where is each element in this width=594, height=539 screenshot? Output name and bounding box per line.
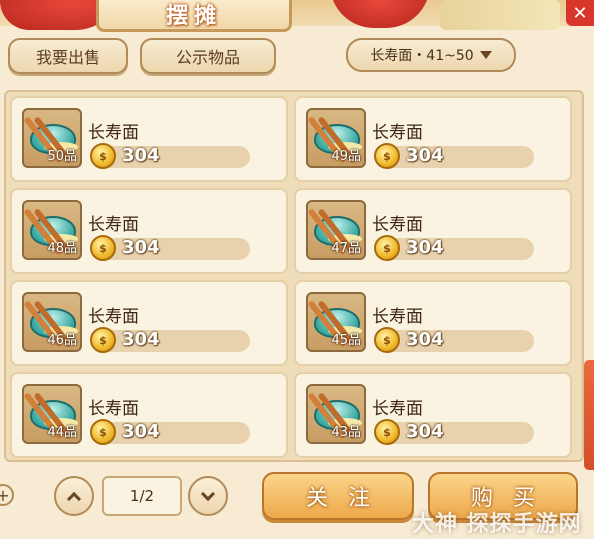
scroll-decor [440,0,560,30]
noodle-bowl-icon: 48品 [22,200,82,260]
noodle-bowl-icon: 47品 [306,200,366,260]
item-card[interactable]: 47品 长寿面 $304 [294,188,572,274]
item-name: 长寿面 [372,123,423,143]
item-grade: 46品 [47,333,77,348]
chevron-down-icon [200,486,216,501]
item-grade: 44品 [47,425,77,440]
coin-icon: $ [374,143,400,169]
page-up-button[interactable] [54,476,94,516]
item-grade: 49品 [331,149,361,164]
coin-icon: $ [90,419,116,445]
item-price: 304 [122,237,160,258]
noodle-bowl-icon: 50品 [22,108,82,168]
coin-icon: $ [374,327,400,353]
item-name: 长寿面 [88,399,139,419]
item-card[interactable]: 48品 长寿面 $304 [10,188,288,274]
item-card[interactable]: 43品 长寿面 $304 [294,372,572,458]
plus-icon[interactable]: + [0,484,14,506]
chevron-up-icon [66,491,82,506]
item-name: 长寿面 [88,123,139,143]
item-grade: 47品 [331,241,361,256]
filter-selected-value: 长寿面・41~50 [370,48,474,64]
item-grade: 45品 [331,333,361,348]
item-price: 304 [122,145,160,166]
item-price: 304 [406,329,444,350]
item-card[interactable]: 45品 长寿面 $304 [294,280,572,366]
noodle-bowl-icon: 46品 [22,292,82,352]
item-price: 304 [122,421,160,442]
item-filter-dropdown[interactable]: 长寿面・41~50 [346,38,516,72]
chevron-down-icon [479,51,492,59]
noodle-bowl-icon: 44品 [22,384,82,444]
page-title: 摆摊 [165,4,222,29]
item-grade: 43品 [331,425,361,440]
coin-icon: $ [90,327,116,353]
side-accent-decor [584,360,594,470]
item-name: 长寿面 [372,399,423,419]
item-name: 长寿面 [88,215,139,235]
item-price: 304 [406,421,444,442]
item-grade: 48品 [47,241,77,256]
item-price: 304 [406,145,444,166]
noodle-bowl-icon: 49品 [306,108,366,168]
watermark-text: 大神 探探手游网 [412,512,582,537]
item-price: 304 [406,237,444,258]
coin-icon: $ [90,143,116,169]
tab-sell[interactable]: 我要出售 [8,38,128,74]
coin-icon: $ [374,235,400,261]
stall-window: 摆摊 ✕ 我要出售 公示物品 长寿面・41~50 50品 长寿面 $304 49品 长寿… [0,0,594,539]
noodle-bowl-icon: 43品 [306,384,366,444]
item-card[interactable]: 46品 长寿面 $304 [10,280,288,366]
follow-button[interactable]: 关注 [262,472,414,520]
coin-icon: $ [90,235,116,261]
page-down-button[interactable] [188,476,228,516]
noodle-bowl-icon: 45品 [306,292,366,352]
item-name: 长寿面 [372,215,423,235]
item-card[interactable]: 50品 长寿面 $304 [10,96,288,182]
item-name: 长寿面 [88,307,139,327]
title-plaque: 摆摊 [96,0,292,32]
close-icon: ✕ [572,2,588,24]
item-card[interactable]: 44品 长寿面 $304 [10,372,288,458]
tab-public-items[interactable]: 公示物品 [140,38,276,74]
item-name: 长寿面 [372,307,423,327]
close-button[interactable]: ✕ [566,0,594,26]
item-price: 304 [122,329,160,350]
item-card[interactable]: 49品 长寿面 $304 [294,96,572,182]
coin-icon: $ [374,419,400,445]
item-grade: 50品 [47,149,77,164]
page-indicator: 1/2 [102,476,182,516]
